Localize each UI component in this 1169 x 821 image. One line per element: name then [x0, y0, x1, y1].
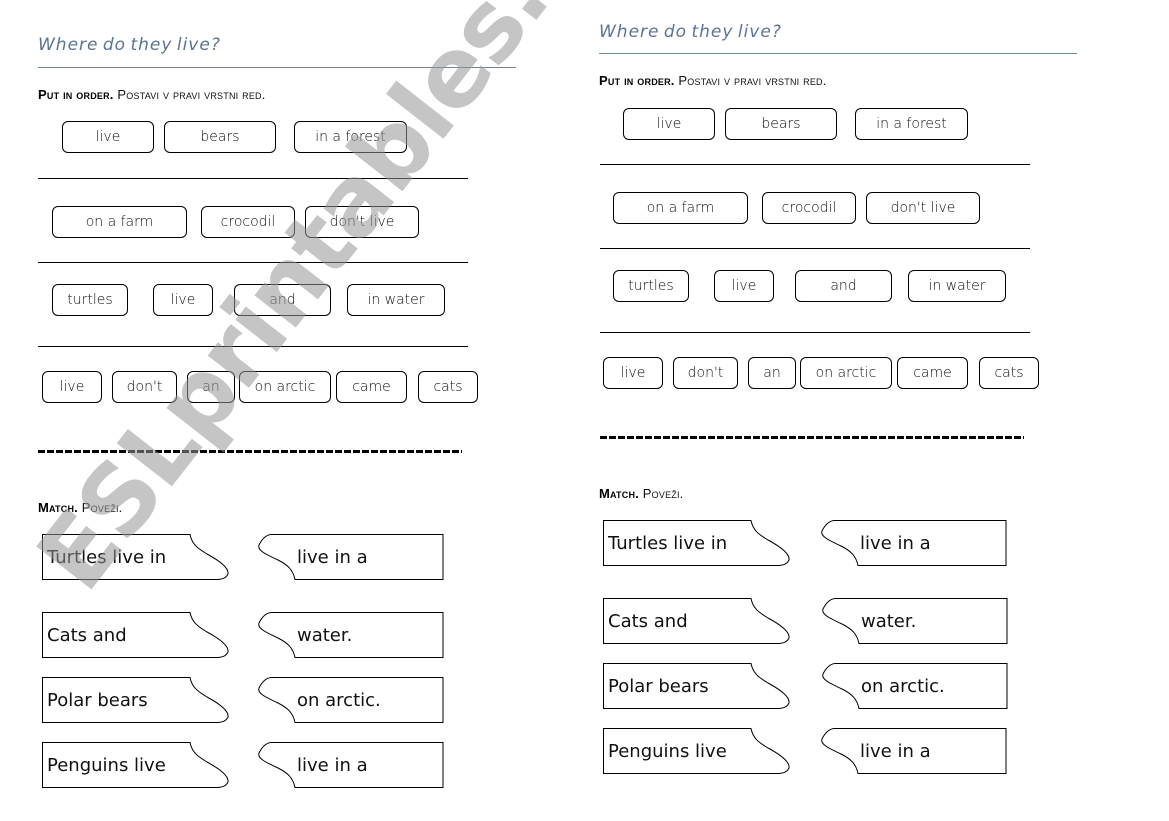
word-card[interactable]: crocodil [201, 206, 295, 238]
title-rule [599, 53, 1077, 54]
match-left-text: Polar bears [47, 689, 148, 711]
word-card[interactable]: live [42, 371, 102, 403]
match-left-piece[interactable]: Turtles live in [603, 520, 793, 566]
word-card[interactable]: came [897, 357, 968, 389]
match-right-text: on arctic. [297, 689, 381, 711]
word-card[interactable]: an [748, 357, 796, 389]
word-card[interactable]: on arctic [800, 357, 892, 389]
word-card[interactable]: bears [725, 108, 837, 140]
match-left-piece[interactable]: Penguins live [42, 742, 232, 788]
dashed-answer-line [38, 450, 462, 453]
title-rule [38, 67, 516, 68]
match-left-piece[interactable]: Turtles live in [42, 534, 232, 580]
worksheet-title: Where do they live? [38, 35, 221, 55]
answer-line [600, 248, 1030, 249]
match-left-text: Turtles live in [608, 532, 728, 554]
worksheet-title: Where do they live? [599, 22, 782, 42]
word-card[interactable]: and [234, 284, 331, 316]
dashed-answer-line [600, 436, 1024, 439]
word-card[interactable]: in water [347, 284, 445, 316]
match-right-text: live in a [297, 546, 368, 568]
match-right-piece[interactable]: live in a [820, 520, 1010, 566]
match-right-piece[interactable]: on arctic. [821, 663, 1011, 709]
instruction-sl: Poveži. [642, 486, 684, 501]
answer-line [38, 262, 468, 263]
answer-line [600, 332, 1030, 333]
put-in-order-instruction: Put in order. Postavi v pravi vrstni red… [599, 73, 827, 88]
match-left-text: Polar bears [608, 675, 709, 697]
match-right-piece[interactable]: live in a [257, 742, 447, 788]
instruction-en: Put in order. [38, 87, 114, 102]
worksheet-left: Where do they live? Put in order. Postav… [0, 0, 560, 821]
match-instruction: Match. Poveži. [599, 486, 683, 501]
instruction-en: Match. [38, 500, 78, 515]
put-in-order-instruction: Put in order. Postavi v pravi vrstni red… [38, 87, 266, 102]
instruction-sl: Postavi v pravi vrstni red. [678, 73, 827, 88]
match-right-piece[interactable]: on arctic. [257, 677, 447, 723]
word-card[interactable]: in a forest [294, 121, 407, 153]
word-card[interactable]: live [153, 284, 213, 316]
match-instruction: Match. Poveži. [38, 500, 122, 515]
match-left-piece[interactable]: Polar bears [603, 663, 793, 709]
word-card[interactable]: bears [164, 121, 276, 153]
instruction-en: Match. [599, 486, 639, 501]
word-card[interactable]: turtles [613, 270, 689, 302]
worksheet-right: Where do they live? Put in order. Postav… [561, 0, 1121, 821]
word-card[interactable]: crocodil [762, 192, 856, 224]
match-left-text: Cats and [608, 610, 688, 632]
match-right-text: live in a [860, 740, 931, 762]
instruction-sl: Poveži. [81, 500, 123, 515]
word-card[interactable]: cats [979, 357, 1039, 389]
word-card[interactable]: live [714, 270, 774, 302]
answer-line [600, 164, 1030, 165]
word-card[interactable]: live [623, 108, 715, 140]
word-card[interactable]: came [336, 371, 407, 403]
word-card[interactable]: live [603, 357, 663, 389]
word-card[interactable]: on a farm [613, 192, 748, 224]
match-right-text: live in a [860, 532, 931, 554]
word-card[interactable]: cats [418, 371, 478, 403]
word-card[interactable]: don't live [866, 192, 980, 224]
word-card[interactable]: and [795, 270, 892, 302]
word-card[interactable]: don't [673, 357, 738, 389]
match-right-text: water. [297, 624, 353, 646]
answer-line [38, 346, 468, 347]
word-card[interactable]: don't live [305, 206, 419, 238]
instruction-sl: Postavi v pravi vrstni red. [117, 87, 266, 102]
match-left-text: Penguins live [608, 740, 727, 762]
word-card[interactable]: in water [908, 270, 1006, 302]
word-card[interactable]: in a forest [855, 108, 968, 140]
match-left-piece[interactable]: Cats and [42, 612, 232, 658]
match-right-piece[interactable]: water. [257, 612, 447, 658]
word-card[interactable]: don't [112, 371, 177, 403]
match-right-piece[interactable]: live in a [820, 728, 1010, 774]
word-card[interactable]: on a farm [52, 206, 187, 238]
match-left-text: Penguins live [47, 754, 166, 776]
word-card[interactable]: live [62, 121, 154, 153]
match-left-piece[interactable]: Cats and [603, 598, 793, 644]
match-right-text: live in a [297, 754, 368, 776]
match-left-text: Cats and [47, 624, 127, 646]
answer-line [38, 178, 468, 179]
match-right-piece[interactable]: water. [821, 598, 1011, 644]
match-right-text: on arctic. [861, 675, 945, 697]
match-left-piece[interactable]: Polar bears [42, 677, 232, 723]
word-card[interactable]: turtles [52, 284, 128, 316]
match-right-piece[interactable]: live in a [257, 534, 447, 580]
word-card[interactable]: on arctic [239, 371, 331, 403]
instruction-en: Put in order. [599, 73, 675, 88]
match-left-piece[interactable]: Penguins live [603, 728, 793, 774]
match-right-text: water. [861, 610, 917, 632]
match-left-text: Turtles live in [47, 546, 167, 568]
word-card[interactable]: an [187, 371, 235, 403]
